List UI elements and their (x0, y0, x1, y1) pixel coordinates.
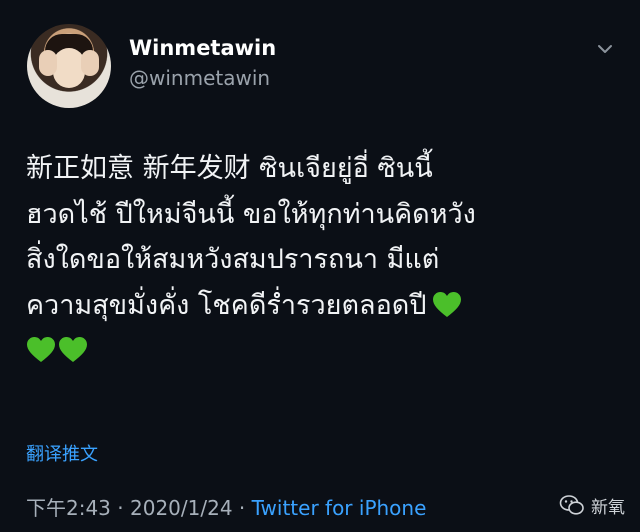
tweet-date[interactable]: 2020/1/24 (130, 496, 233, 520)
watermark-label: 新氧 (591, 497, 625, 518)
tweet-text-line: สิ่งใดขอให้สมหวังสมปรารถนา มีแต่ (26, 244, 440, 275)
author-handle[interactable]: @winmetawin (129, 66, 270, 90)
author-name[interactable]: Winmetawin (129, 36, 276, 60)
green-heart-icon (59, 337, 87, 362)
wechat-logo-icon (559, 495, 584, 515)
tweet-text-line (26, 328, 626, 374)
meta-separator: · (117, 496, 124, 520)
watermark: 新氧 (559, 492, 625, 518)
green-heart-icon (433, 291, 462, 317)
green-heart-icon (27, 337, 55, 362)
tweet-text: 新正如意 新年发财 ซินเจียยู่อี่ ซินนี้ ฮวดไช้ ปี… (26, 146, 626, 374)
tweet-text-line: 新正如意 新年发财 ซินเจียยู่อี่ ซินนี้ (26, 153, 433, 184)
tweet-time[interactable]: 下午2:43 (26, 496, 111, 520)
translate-tweet-link[interactable]: 翻译推文 (26, 440, 98, 466)
tweet-meta: 下午2:43 · 2020/1/24 · Twitter for iPhone (26, 492, 426, 521)
tweet-text-line: ฮวดไช้ ปีใหม่จีนนี้ ขอให้ทุกท่านคิดหวัง (26, 198, 476, 230)
tweet-card: Winmetawin @winmetawin 新正如意 新年发财 ซินเจีย… (0, 0, 640, 532)
tweet-text-line: ความสุขมั่งคั่ง โชคดีร่ำรวยตลอดปี (26, 283, 626, 329)
avatar[interactable] (27, 24, 111, 108)
meta-separator: · (238, 496, 246, 520)
chevron-down-icon[interactable] (594, 38, 616, 60)
tweet-source-link[interactable]: Twitter for iPhone (252, 496, 427, 520)
